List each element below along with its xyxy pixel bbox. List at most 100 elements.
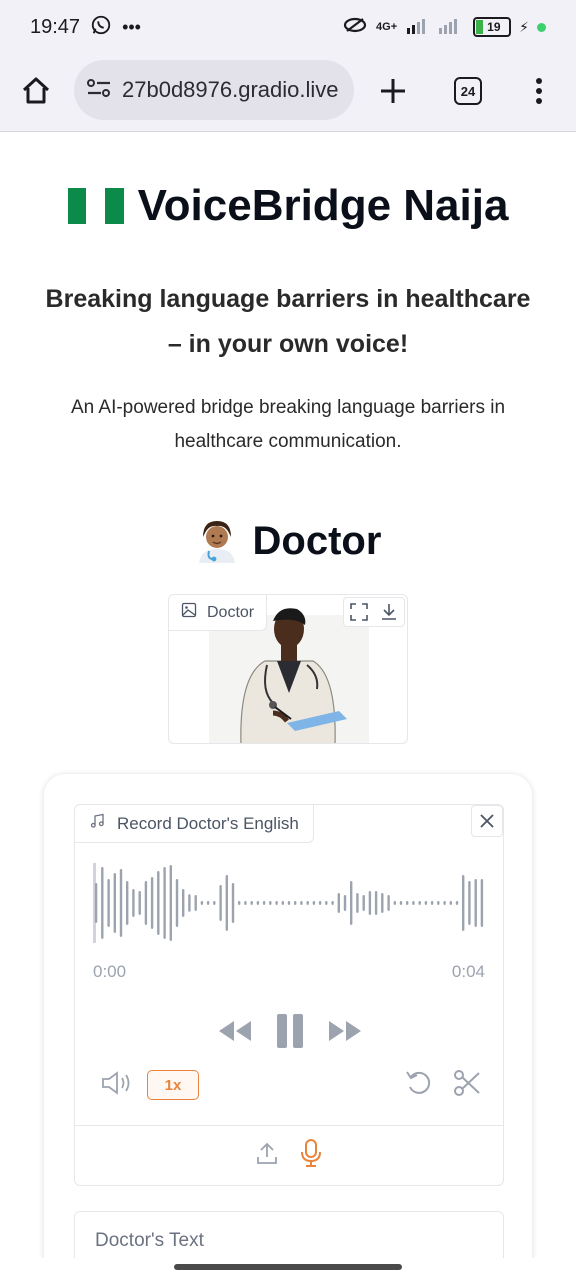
home-icon[interactable] — [20, 75, 52, 112]
battery-icon: 19 — [473, 17, 512, 37]
audio-waveform[interactable] — [93, 863, 485, 943]
audio-recorder: Record Doctor's English 0:00 0:04 1x — [74, 804, 504, 1186]
menu-icon[interactable] — [532, 76, 546, 111]
whatsapp-icon — [90, 14, 112, 41]
text-box-label: Doctor's Text — [95, 1230, 204, 1251]
charging-icon: ⚡ — [519, 18, 529, 35]
waveform-bar — [393, 901, 396, 905]
audio-options-row: 1x — [101, 1069, 481, 1101]
waveform-bar — [231, 883, 235, 923]
waveform-bar — [113, 873, 116, 933]
fast-forward-icon[interactable] — [327, 1019, 363, 1048]
gesture-nav-handle[interactable] — [174, 1264, 402, 1270]
volume-icon[interactable] — [101, 1070, 135, 1101]
waveform-bar — [206, 901, 210, 905]
waveform-bar — [200, 901, 204, 905]
new-tab-icon[interactable] — [378, 76, 408, 111]
waveform-bar — [312, 901, 316, 905]
waveform-bar — [275, 901, 278, 905]
network-type: 4G+ — [376, 21, 398, 33]
doctor-image-block: Doctor — [168, 594, 408, 744]
waveform-bar — [250, 901, 253, 905]
waveform-bar — [306, 901, 309, 905]
waveform-bar — [262, 901, 266, 905]
microphone-icon[interactable] — [300, 1139, 322, 1172]
waveform-bar — [331, 901, 334, 905]
time-current: 0:00 — [93, 962, 127, 981]
waveform-bar — [300, 901, 303, 905]
page-title-row: VoiceBridge Naija — [0, 181, 576, 231]
site-settings-icon[interactable] — [86, 77, 112, 104]
trim-scissors-icon[interactable] — [453, 1069, 481, 1102]
pause-icon[interactable] — [275, 1013, 305, 1054]
waveform-bar — [455, 901, 459, 905]
waveform-bar — [94, 883, 98, 923]
audio-label: Record Doctor's English — [75, 805, 314, 843]
waveform-bar — [337, 893, 340, 913]
waveform-bar — [182, 889, 185, 917]
url-text[interactable]: 27b0d8976.gradio.live — [122, 77, 339, 103]
waveform-bar — [381, 893, 384, 913]
waveform-bar — [144, 881, 148, 925]
waveform-bar — [356, 893, 359, 913]
image-icon — [181, 602, 197, 623]
reset-icon[interactable] — [405, 1069, 435, 1102]
music-note-icon — [89, 813, 105, 834]
waveform-bar — [418, 901, 421, 905]
audio-source-bar — [75, 1125, 503, 1185]
waveform-bar — [468, 881, 471, 925]
doctor-text-box[interactable]: Doctor's Text — [74, 1211, 504, 1258]
download-icon[interactable] — [374, 598, 404, 626]
upload-icon[interactable] — [256, 1141, 278, 1170]
doctor-section-heading: Doctor — [0, 515, 576, 568]
waveform-bar — [225, 875, 228, 931]
waveform-bar — [244, 901, 247, 905]
waveform-bar — [406, 901, 409, 905]
playback-rate-button[interactable]: 1x — [147, 1070, 199, 1100]
waveform-bar — [387, 895, 390, 911]
close-icon[interactable] — [479, 813, 495, 829]
waveform-bar — [437, 901, 440, 905]
fullscreen-icon[interactable] — [344, 598, 374, 626]
playback-controls — [75, 1013, 505, 1054]
waveform-bar — [430, 901, 434, 905]
address-bar[interactable]: 27b0d8976.gradio.live — [74, 60, 354, 120]
waveform-bar — [412, 901, 415, 905]
image-label: Doctor — [169, 595, 268, 631]
waveform-bar — [163, 867, 166, 939]
waveform-bar — [194, 895, 197, 911]
waveform-bar — [132, 889, 135, 917]
waveform-bar — [188, 894, 191, 912]
waveform-bar — [399, 901, 403, 905]
waveform-bar — [256, 901, 260, 905]
waveform-bar — [107, 879, 110, 927]
waveform-bar — [480, 879, 484, 927]
tab-switcher-button[interactable]: 24 — [454, 77, 482, 105]
waveform-bar — [126, 881, 129, 925]
clear-audio-button[interactable] — [471, 805, 503, 837]
waveform-bar — [362, 895, 365, 911]
waveform-bar — [343, 895, 347, 911]
image-actions — [343, 597, 405, 627]
web-page: VoiceBridge Naija Breaking language barr… — [0, 133, 576, 1258]
waveform-bar — [157, 871, 160, 935]
waveform-bar — [424, 901, 428, 905]
more-notifications-icon: ••• — [122, 16, 141, 37]
waveform-bar — [138, 891, 141, 915]
waveform-bar — [119, 869, 123, 937]
page-subtitle: Breaking language barriers in healthcare… — [45, 285, 531, 358]
waveform-bar — [101, 867, 104, 939]
time-duration: 0:04 — [451, 962, 485, 981]
status-bar: 19:47 ••• 4G+ 19 ⚡ — [0, 0, 576, 54]
page-description: An AI-powered bridge breaking language b… — [70, 397, 506, 452]
active-dot-icon — [537, 22, 546, 32]
waveform-bar — [287, 901, 291, 905]
rewind-icon[interactable] — [217, 1019, 253, 1048]
signal-strength-icon — [405, 16, 465, 39]
waveform-bar — [318, 901, 322, 905]
waveform-bar — [294, 901, 297, 905]
browser-toolbar: 27b0d8976.gradio.live 24 — [0, 54, 576, 132]
image-label-text: Doctor — [207, 603, 255, 621]
waveform-bar — [462, 875, 465, 931]
waveform-bar — [443, 901, 446, 905]
